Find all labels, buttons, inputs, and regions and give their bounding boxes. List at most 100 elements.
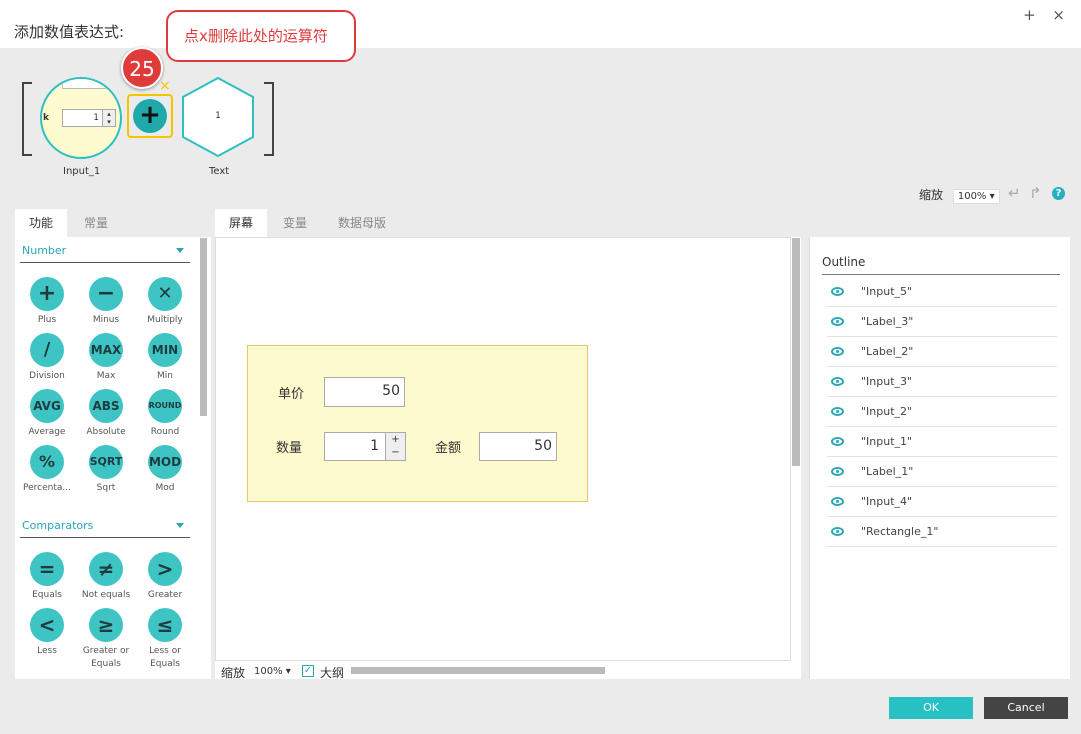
fn-label: Sqrt bbox=[96, 483, 116, 493]
help-icon[interactable]: ? bbox=[1052, 187, 1065, 200]
outline-item-name: "Input_4" bbox=[861, 495, 913, 508]
input-node[interactable]: k 1 ▴ ▾ bbox=[40, 77, 122, 159]
outline-item-name: "Rectangle_1" bbox=[861, 525, 939, 538]
fn-greater[interactable]: > Greater bbox=[136, 552, 194, 602]
amount-input[interactable]: 50 bbox=[479, 432, 557, 461]
fn-multiply[interactable]: ✕ Multiply bbox=[136, 277, 194, 327]
rectangle-1[interactable] bbox=[247, 345, 588, 502]
outline-item[interactable]: "Input_4" bbox=[827, 487, 1057, 517]
outline-item[interactable]: "Label_2" bbox=[827, 337, 1057, 367]
undo-icon[interactable]: ↵ bbox=[1008, 184, 1021, 202]
outline-checkbox[interactable]: ✓ bbox=[302, 665, 314, 677]
tab-variables[interactable]: 变量 bbox=[271, 209, 319, 237]
function-panel-scrollbar[interactable] bbox=[200, 238, 207, 416]
fn-round[interactable]: ROUND Round bbox=[136, 389, 194, 439]
expand-icon[interactable]: + bbox=[1023, 6, 1042, 24]
function-tabs: 功能 常量 bbox=[15, 209, 211, 237]
dialog-title: 添加数值表达式: bbox=[14, 23, 125, 41]
zoom-control: 缩放 100% ▾ bbox=[919, 186, 1000, 204]
quantity-stepper[interactable]: + − bbox=[385, 433, 405, 460]
fn-plus[interactable]: + Plus bbox=[18, 277, 76, 327]
eye-icon[interactable] bbox=[831, 497, 844, 506]
price-label[interactable]: 单价 bbox=[278, 383, 304, 402]
fn-min[interactable]: MIN Min bbox=[136, 333, 194, 383]
canvas-zoom-select[interactable]: 100% ▾ bbox=[254, 666, 291, 677]
eye-icon[interactable] bbox=[831, 407, 844, 416]
fn-sqrt[interactable]: SQRT Sqrt bbox=[77, 445, 135, 495]
outline-item[interactable]: "Label_1" bbox=[827, 457, 1057, 487]
quantity-label[interactable]: 数量 bbox=[276, 437, 302, 456]
fn-minus[interactable]: − Minus bbox=[77, 277, 135, 327]
outline-item[interactable]: "Input_3" bbox=[827, 367, 1057, 397]
fn-label: Division bbox=[29, 371, 65, 381]
fn-label: Min bbox=[157, 371, 173, 381]
greater-icon: > bbox=[148, 552, 182, 586]
section-comparators[interactable]: Comparators bbox=[20, 514, 190, 538]
outline-item[interactable]: "Label_3" bbox=[827, 307, 1057, 337]
fn-less-or-equals[interactable]: ≤ Less or Equals bbox=[136, 608, 194, 671]
step-badge: 25 bbox=[121, 47, 163, 89]
eye-icon[interactable] bbox=[831, 437, 844, 446]
zoom-select[interactable]: 100% ▾ bbox=[952, 189, 1000, 204]
eye-icon[interactable] bbox=[831, 317, 844, 326]
outline-item-name: "Input_2" bbox=[861, 405, 913, 418]
fn-label: Equals bbox=[32, 590, 62, 600]
fn-equals[interactable]: = Equals bbox=[18, 552, 76, 602]
outline-item-name: "Input_5" bbox=[861, 285, 913, 298]
outline-item[interactable]: "Input_5" bbox=[827, 277, 1057, 307]
outline-item[interactable]: "Rectangle_1" bbox=[827, 517, 1057, 547]
outline-item[interactable]: "Input_1" bbox=[827, 427, 1057, 457]
outline-item[interactable]: "Input_2" bbox=[827, 397, 1057, 427]
close-icon[interactable]: × bbox=[1052, 6, 1071, 24]
fn-label: Greater bbox=[147, 590, 183, 600]
tab-functions[interactable]: 功能 bbox=[15, 209, 67, 237]
eye-icon[interactable] bbox=[831, 287, 844, 296]
outline-item-name: "Input_3" bbox=[861, 375, 913, 388]
amount-label[interactable]: 金额 bbox=[435, 437, 461, 456]
fn-not-equals[interactable]: ≠ Not equals bbox=[77, 552, 135, 602]
tab-data-master[interactable]: 数据母版 bbox=[325, 209, 399, 237]
section-comparators-title: Comparators bbox=[22, 519, 94, 532]
canvas-zoom-label: 缩放 bbox=[221, 666, 246, 680]
redo-icon[interactable]: ↱ bbox=[1029, 184, 1042, 202]
tab-constants[interactable]: 常量 bbox=[71, 209, 121, 237]
input-node-topbox bbox=[62, 79, 110, 89]
cancel-button[interactable]: Cancel bbox=[984, 697, 1068, 719]
fn-average[interactable]: AVG Average bbox=[18, 389, 76, 439]
eye-icon[interactable] bbox=[831, 527, 844, 536]
outline-item-name: "Label_1" bbox=[861, 465, 914, 478]
eye-icon[interactable] bbox=[831, 467, 844, 476]
not-equals-icon: ≠ bbox=[89, 552, 123, 586]
tab-screen[interactable]: 屏幕 bbox=[215, 209, 267, 237]
chevron-down-icon bbox=[176, 523, 184, 528]
open-bracket bbox=[22, 82, 32, 156]
canvas-vertical-scrollbar[interactable] bbox=[792, 238, 800, 466]
eye-icon[interactable] bbox=[831, 377, 844, 386]
text-node-value: 1 bbox=[215, 111, 221, 121]
outline-item-name: "Label_3" bbox=[861, 315, 914, 328]
fn-max[interactable]: MAX Max bbox=[77, 333, 135, 383]
canvas-horizontal-scrollbar[interactable] bbox=[351, 667, 605, 674]
fn-absolute[interactable]: ABS Absolute bbox=[77, 389, 135, 439]
function-panel: 功能 常量 Number + Plus − Minus ✕ Multiply / Div… bbox=[15, 209, 211, 679]
fn-label: Plus bbox=[37, 315, 57, 325]
ok-button[interactable]: OK bbox=[889, 697, 973, 719]
equals-icon: = bbox=[30, 552, 64, 586]
fn-label: Less or Equals bbox=[149, 646, 181, 669]
fn-division[interactable]: / Division bbox=[18, 333, 76, 383]
fn-less[interactable]: < Less bbox=[18, 608, 76, 658]
canvas-zoom-value: 100% bbox=[254, 666, 283, 677]
input-node-prefix: k bbox=[43, 113, 49, 123]
outline-item-name: "Input_1" bbox=[861, 435, 913, 448]
price-input[interactable]: 50 bbox=[324, 377, 405, 407]
operator-node[interactable]: + bbox=[127, 94, 173, 138]
section-number[interactable]: Number bbox=[20, 239, 190, 263]
remove-operator-icon[interactable]: × bbox=[159, 78, 171, 94]
fn-greater-or-equals[interactable]: ≥ Greater or Equals bbox=[77, 608, 135, 671]
fn-mod[interactable]: MOD Mod bbox=[136, 445, 194, 495]
canvas-bottom-bar: 缩放 100% ▾ ✓ 大纲 bbox=[215, 661, 805, 681]
abs-icon: ABS bbox=[89, 389, 123, 423]
eye-icon[interactable] bbox=[831, 347, 844, 356]
fn-percentage[interactable]: % Percenta... bbox=[18, 445, 76, 495]
outline-item-name: "Label_2" bbox=[861, 345, 914, 358]
